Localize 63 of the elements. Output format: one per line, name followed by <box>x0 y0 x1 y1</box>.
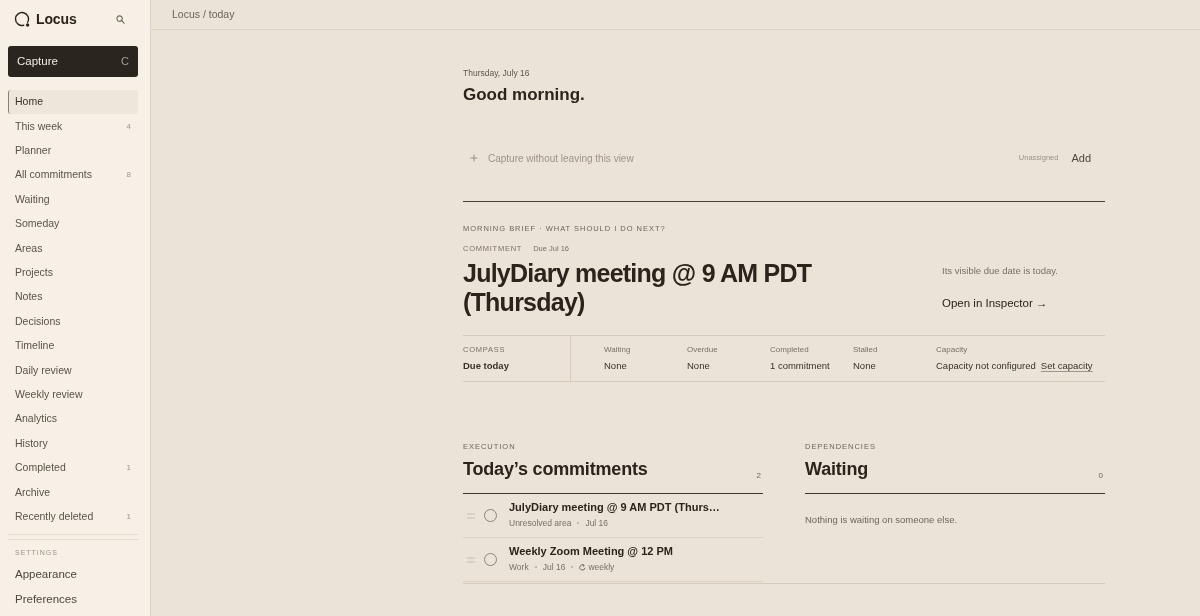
greeting-heading: Good morning. <box>463 84 585 106</box>
repeat-icon <box>579 563 587 571</box>
stat-value: Due today <box>463 359 509 372</box>
stat-label: Completed <box>770 344 809 355</box>
sidebar-item[interactable]: Recently deleted 1 <box>8 504 138 530</box>
area-label: Work <box>509 561 529 573</box>
set-capacity-link[interactable]: Set capacity <box>1040 359 1093 372</box>
breadcrumb: Locus / today <box>172 8 235 20</box>
sidebar-item[interactable]: Analytics <box>8 407 138 432</box>
stat-label: Capacity <box>936 344 968 355</box>
stat-value: None <box>687 359 710 372</box>
commitment-link[interactable]: JulyDiary meeting @ 9 AM PDT (Thurs… <box>509 500 720 514</box>
logo-icon <box>14 11 30 27</box>
item-count: 0 <box>1098 470 1104 481</box>
sidebar-item[interactable]: Planner <box>8 138 138 164</box>
stat-label: Waiting <box>604 344 631 355</box>
item-count: 8 <box>126 169 131 182</box>
sidebar-item[interactable]: Weekly review <box>8 382 138 408</box>
sidebar-item[interactable]: Notes <box>8 285 138 310</box>
sidebar-item[interactable]: History <box>8 431 138 456</box>
plus-icon <box>470 154 478 162</box>
inspector-link[interactable]: Open in Inspector → <box>942 295 1048 311</box>
sidebar-item[interactable]: Completed 1 <box>8 455 138 481</box>
sidebar-item[interactable]: Timeline <box>8 333 138 359</box>
empty-message: Nothing is waiting on someone else. <box>805 513 958 526</box>
sidebar-item[interactable]: Someday <box>8 211 138 237</box>
sidebar-item[interactable]: Waiting <box>8 187 138 212</box>
stat-label: Stalled <box>853 344 878 355</box>
item-count: 1 <box>126 510 131 523</box>
add-button[interactable]: Add <box>1071 149 1091 167</box>
capture-button[interactable]: Capture C <box>8 46 138 77</box>
repeat-label: weekly <box>588 561 615 573</box>
search-icon[interactable] <box>116 14 125 24</box>
sidebar-item[interactable]: Decisions <box>8 309 138 334</box>
sidebar-item[interactable]: Projects <box>8 260 138 286</box>
area-label: Unresolved area <box>509 517 572 529</box>
commitment-title: JulyDiary meeting @ 9 AM PDT (Thursday) <box>463 259 813 317</box>
input-field[interactable]: Capture without leaving this view <box>488 148 808 168</box>
item-count: 4 <box>126 120 131 133</box>
sidebar-item[interactable]: This week 4 <box>8 114 138 139</box>
stat-label: Overdue <box>687 344 718 355</box>
stat-value: Capacity not configured <box>936 359 1036 372</box>
section-title: Today’s commitments <box>463 458 648 481</box>
reason-text: Its visible due date is today. <box>942 264 1058 278</box>
item-count: 2 <box>756 470 762 481</box>
section-title: Waiting <box>805 458 869 481</box>
sidebar-item[interactable]: Daily review <box>8 358 138 383</box>
app-logo-text: Locus <box>36 10 77 28</box>
due-date: Jul 16 <box>542 561 566 573</box>
date-label: Thursday, July 16 <box>463 67 530 79</box>
settings-item[interactable]: Appearance <box>8 562 138 588</box>
sidebar-item[interactable]: Home <box>8 90 138 115</box>
due-date: Jul 16 <box>585 517 609 529</box>
item-count: 1 <box>126 462 131 475</box>
sidebar-item[interactable]: Archive <box>8 480 138 505</box>
commitment-link[interactable]: Weekly Zoom Meeting @ 12 PM <box>509 544 673 558</box>
sidebar-item[interactable]: All commitments 8 <box>8 163 138 188</box>
stat-value: None <box>853 359 876 372</box>
stat-value: None <box>604 359 627 372</box>
sidebar-item[interactable]: Areas <box>8 236 138 261</box>
shortcut-key: C <box>121 53 129 70</box>
stat-value: 1 commitment <box>770 359 830 372</box>
settings-item[interactable]: Preferences <box>8 587 138 613</box>
